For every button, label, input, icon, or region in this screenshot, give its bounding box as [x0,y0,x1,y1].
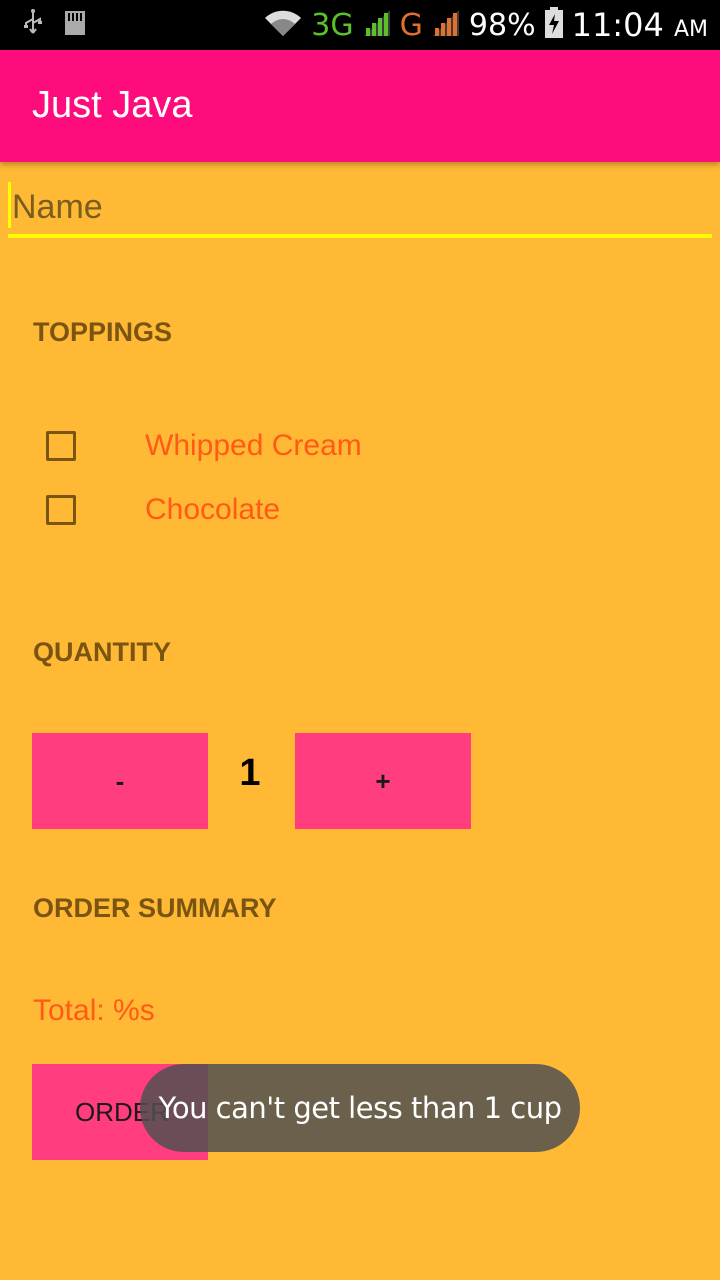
signal-icon-2 [431,8,461,43]
clock-ampm: AM [673,17,708,42]
clock: 11:04 AM [572,6,708,44]
toast: You can't get less than 1 cup [140,1064,580,1152]
text-cursor [8,182,11,228]
chocolate-label[interactable]: Chocolate [145,493,280,527]
chocolate-checkbox-row[interactable]: Chocolate [46,490,280,530]
quantity-header: QUANTITY [33,637,171,667]
order-summary-header: ORDER SUMMARY [33,893,277,923]
battery-percent: 98% [468,7,536,43]
whipped-cream-label[interactable]: Whipped Cream [145,429,362,463]
whipped-cream-checkbox-row[interactable]: Whipped Cream [46,426,362,466]
battery-icon [544,6,564,44]
network-g-label: G [399,7,423,43]
decrement-button[interactable]: - [32,733,208,829]
usb-icon [22,8,44,42]
status-bar: 3G G 98% 11:04 AM [0,0,720,50]
quantity-value: 1 [239,752,261,794]
toppings-header: TOPPINGS [33,317,173,347]
wifi-icon [263,8,303,43]
name-input[interactable] [8,180,712,238]
total-text: Total: %s [33,994,155,1027]
increment-button[interactable]: + [295,733,471,829]
network-3g-label: 3G [311,7,354,43]
app-title: Just Java [32,84,193,126]
chocolate-checkbox[interactable] [46,495,76,525]
whipped-cream-checkbox[interactable] [46,431,76,461]
sd-card-icon [64,10,86,41]
toast-message: You can't get less than 1 cup [158,1091,562,1125]
app-bar: Just Java [0,50,720,162]
clock-time: 11:04 [571,6,664,44]
signal-icon [362,8,392,43]
